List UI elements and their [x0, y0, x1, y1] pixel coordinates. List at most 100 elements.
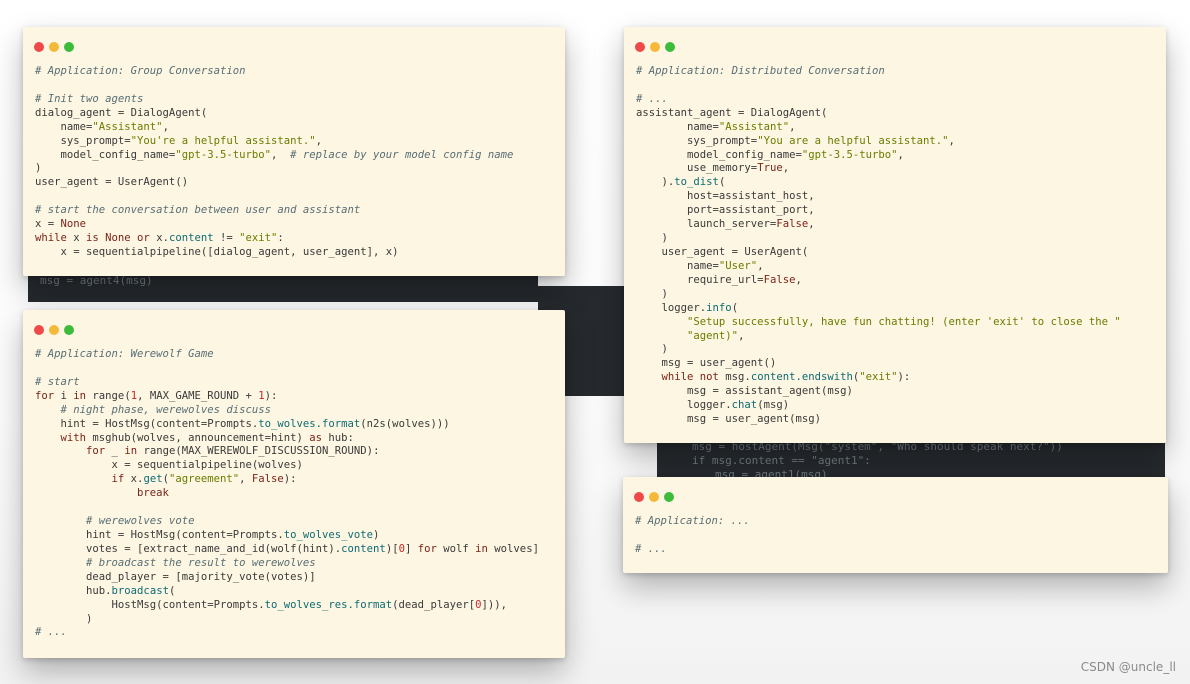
- code-string: "You are a helpful assistant.": [757, 134, 949, 147]
- code-keyword: if: [35, 473, 125, 486]
- code-text: user_agent = UserAgent(): [35, 176, 189, 189]
- code-comment: # start the conversation between user an…: [35, 204, 361, 217]
- code-text: i: [54, 389, 74, 402]
- code-text: (msg): [757, 399, 790, 412]
- code-method: to_wolves_res.format: [264, 598, 393, 611]
- code-window-distributed-conversation: # Application: Distributed Conversation …: [624, 27, 1166, 443]
- code-text: hub:: [322, 431, 354, 444]
- code-text: hint = HostMsg(content=Prompts.: [35, 528, 284, 541]
- code-keyword: is None or: [86, 232, 150, 245]
- code-text: ,: [162, 120, 169, 133]
- code-text: port=assistant_port,: [636, 204, 815, 217]
- code-comment: # ...: [35, 626, 67, 639]
- code-text: x: [66, 232, 87, 245]
- code-text: assistant_agent = DialogAgent(: [636, 106, 828, 119]
- minimize-dot-icon[interactable]: [650, 42, 660, 52]
- code-text: ): [373, 528, 380, 541]
- ghost-code-line: msg = agent4(msg): [40, 274, 153, 287]
- code-keyword: as: [309, 431, 323, 444]
- code-text: ).: [636, 176, 675, 189]
- close-dot-icon[interactable]: [635, 42, 645, 52]
- code-text: ):: [283, 473, 297, 486]
- code-text: ,: [789, 120, 796, 133]
- code-text: range(: [86, 389, 131, 402]
- code-text: logger.: [636, 399, 732, 412]
- code-text: dead_player = [majority_vote(votes)]: [35, 570, 316, 583]
- code-window-werewolf-game: # Application: Werewolf Game # start for…: [23, 310, 565, 658]
- close-dot-icon[interactable]: [634, 492, 644, 502]
- code-text: msg.: [718, 371, 751, 384]
- code-method: to_wolves_vote: [283, 528, 374, 541]
- code-text: ,: [239, 473, 252, 486]
- code-method: info: [706, 301, 732, 314]
- maximize-dot-icon[interactable]: [64, 42, 74, 52]
- code-text: ,: [795, 273, 802, 286]
- close-dot-icon[interactable]: [34, 325, 44, 335]
- ghost-code-line: if msg.content == "agent1":: [692, 454, 871, 467]
- code-keyword: None: [60, 218, 87, 231]
- code-method: to_wolves.format: [258, 417, 361, 430]
- code-comment: # broadcast the result to werewolves: [35, 556, 316, 569]
- code-text: model_config_name=: [35, 148, 176, 161]
- code-text: x = sequentialpipeline(wolves): [35, 459, 303, 472]
- code-text: ): [636, 232, 668, 245]
- code-block: # Application: Werewolf Game # start for…: [35, 348, 539, 640]
- code-text: ])),: [481, 598, 507, 611]
- code-method: content: [341, 542, 386, 555]
- code-text: HostMsg(content=Prompts.: [35, 598, 265, 611]
- code-text: (: [731, 301, 739, 314]
- code-text: )[: [385, 542, 399, 555]
- maximize-dot-icon[interactable]: [665, 42, 675, 52]
- code-comment: # night phase, werewolves discuss: [35, 403, 272, 416]
- code-string: "agent)": [636, 329, 739, 342]
- code-text: ,: [948, 134, 955, 147]
- code-text: msg = user_agent(msg): [636, 413, 821, 426]
- code-method: to_dist: [674, 176, 719, 189]
- code-comment: # start: [35, 375, 80, 388]
- code-text: ): [35, 162, 42, 175]
- code-string: "Setup successfully, have fun chatting! …: [636, 315, 1121, 328]
- code-block: # Application: Group Conversation # Init…: [35, 65, 513, 260]
- minimize-dot-icon[interactable]: [49, 42, 59, 52]
- maximize-dot-icon[interactable]: [664, 492, 674, 502]
- code-method: content: [168, 232, 214, 245]
- maximize-dot-icon[interactable]: [64, 325, 74, 335]
- code-keyword: break: [35, 487, 169, 500]
- code-keyword: True: [757, 162, 783, 175]
- close-dot-icon[interactable]: [34, 42, 44, 52]
- code-string: "User": [718, 259, 758, 272]
- code-string: "gpt-3.5-turbo": [175, 148, 271, 161]
- code-string: "You're a helpful assistant.": [130, 134, 316, 147]
- code-method: chat: [731, 399, 758, 412]
- code-method: content.endswith: [750, 371, 853, 384]
- code-window-group-conversation: # Application: Group Conversation # Init…: [23, 27, 565, 276]
- code-text: dialog_agent = DialogAgent(: [35, 106, 208, 119]
- code-keyword: False: [776, 218, 809, 231]
- code-text: name=: [636, 259, 719, 272]
- code-text: x.: [149, 232, 169, 245]
- code-string: "Assistant": [718, 120, 790, 133]
- code-text: hub.: [35, 584, 112, 597]
- minimize-dot-icon[interactable]: [649, 492, 659, 502]
- code-window-application-placeholder: # Application: ... # ...: [623, 477, 1168, 573]
- code-text: user_agent = UserAgent(: [636, 245, 809, 258]
- code-string: "exit": [239, 232, 278, 245]
- code-text: msg = user_agent(): [636, 357, 777, 370]
- code-keyword: False: [251, 473, 284, 486]
- code-comment: # replace by your model config name: [290, 148, 514, 161]
- code-text: x.: [124, 473, 144, 486]
- code-text: ):: [897, 371, 911, 384]
- minimize-dot-icon[interactable]: [49, 325, 59, 335]
- code-text: ,: [897, 148, 904, 161]
- code-comment: # ...: [635, 542, 667, 555]
- code-text: sys_prompt=: [35, 134, 131, 147]
- code-comment: # werewolves vote: [35, 515, 195, 528]
- code-comment: # Application: ...: [635, 515, 750, 527]
- code-keyword: in: [124, 445, 138, 458]
- code-text: votes = [extract_name_and_id(wolf(hint).: [35, 542, 342, 555]
- code-keyword: while not: [636, 371, 719, 384]
- code-text: _: [105, 445, 125, 458]
- code-text: (: [168, 584, 176, 597]
- code-keyword: for: [417, 542, 437, 555]
- code-text: ,: [738, 329, 745, 342]
